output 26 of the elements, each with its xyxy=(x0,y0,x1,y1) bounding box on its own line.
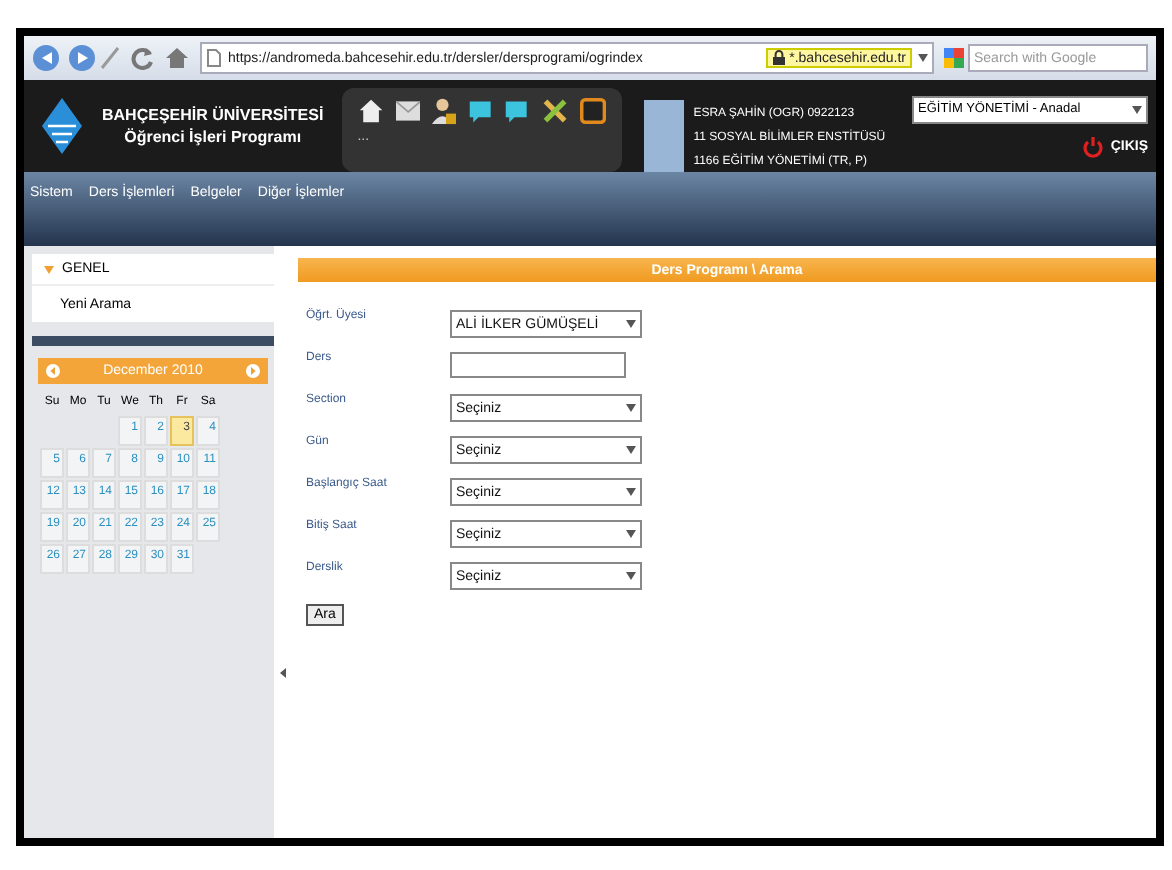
dropdown-arrow-icon[interactable] xyxy=(626,320,636,328)
lock-icon xyxy=(771,50,786,66)
page-icon xyxy=(206,48,222,68)
dropdown-arrow-icon[interactable] xyxy=(626,404,636,412)
university-name: BAHÇEŞEHİR ÜNİVERSİTESİ xyxy=(102,106,324,124)
dropdown-arrow-icon[interactable] xyxy=(1132,105,1142,113)
envelope-icon[interactable] xyxy=(395,100,420,122)
expand-arrow-icon xyxy=(44,265,54,273)
chat-bubble-icon[interactable] xyxy=(504,97,530,125)
home-icon[interactable] xyxy=(357,96,384,126)
dropdown-arrow-icon[interactable] xyxy=(626,572,636,580)
dropdown-arrow-icon[interactable] xyxy=(918,54,928,62)
dropdown-arrow-icon[interactable] xyxy=(626,530,636,538)
power-icon[interactable] xyxy=(1082,135,1105,157)
dropdown-arrow-icon[interactable] xyxy=(626,446,636,454)
dropdown-arrow-icon[interactable] xyxy=(626,488,636,496)
collapse-arrow-icon[interactable] xyxy=(280,667,286,677)
back-icon[interactable] xyxy=(32,44,64,72)
avatar-photo-placeholder xyxy=(643,100,684,172)
text-field[interactable] xyxy=(450,352,626,378)
chat-bubble-icon[interactable] xyxy=(468,97,493,125)
refresh-icon[interactable] xyxy=(130,46,154,70)
university-logo-icon xyxy=(40,96,84,156)
forward-icon[interactable] xyxy=(66,44,98,72)
program-name: Öğrenci İşleri Programı xyxy=(124,128,302,146)
user-lock-icon[interactable] xyxy=(431,96,457,126)
